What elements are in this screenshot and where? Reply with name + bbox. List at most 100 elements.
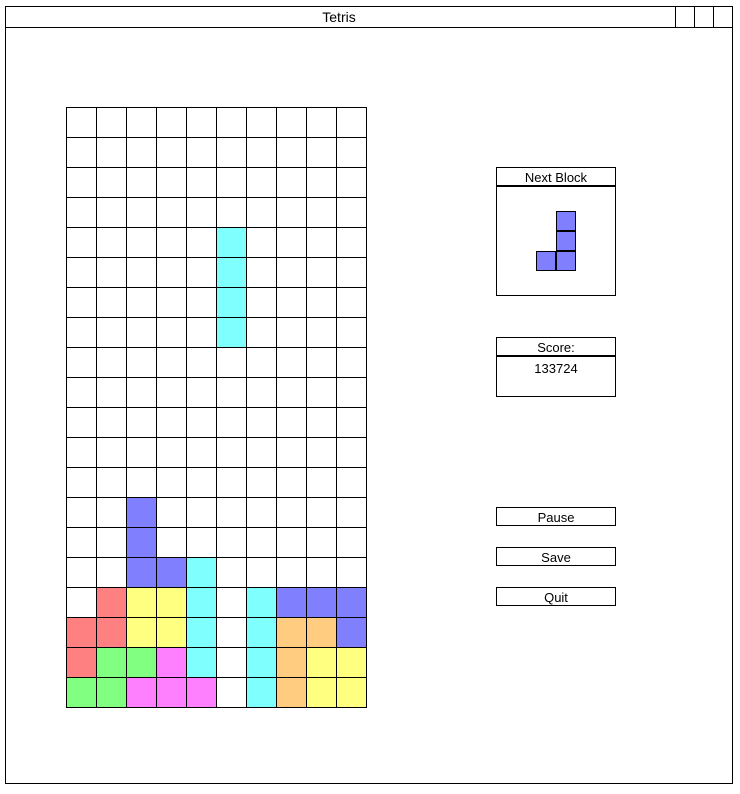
board-cell-empty [307,378,337,408]
board-cell-empty [337,108,367,138]
board-cell-empty [97,288,127,318]
board-cell-empty [97,558,127,588]
board-cell-empty [187,348,217,378]
board-cell-empty [217,348,247,378]
next-block-cell [556,231,576,251]
board-cell-cyan [247,648,277,678]
board-cell-empty [67,288,97,318]
board-cell-empty [97,168,127,198]
board-cell-green [97,678,127,708]
window-title: Tetris [322,9,356,25]
board-cell-empty [187,498,217,528]
board-cell-empty [157,318,187,348]
board-cell-empty [247,558,277,588]
board-cell-empty [97,258,127,288]
board-cell-empty [247,498,277,528]
board-cell-empty [97,108,127,138]
board-cell-empty [187,228,217,258]
board-cell-empty [187,198,217,228]
board-cell-empty [217,378,247,408]
board-cell-empty [277,558,307,588]
minimize-button[interactable] [675,7,694,27]
board-cell-empty [67,318,97,348]
board-cell-empty [127,378,157,408]
board-cell-green [127,648,157,678]
board-cell-empty [277,258,307,288]
board-cell-empty [277,438,307,468]
board-cell-empty [307,138,337,168]
board-cell-empty [67,498,97,528]
board-cell-orange [277,678,307,708]
game-board[interactable] [66,107,367,708]
board-cell-empty [277,528,307,558]
board-cell-empty [157,198,187,228]
board-cell-empty [67,468,97,498]
board-cell-blue [337,618,367,648]
board-cell-empty [127,468,157,498]
board-cell-orange [277,648,307,678]
board-cell-empty [127,288,157,318]
board-cell-empty [277,198,307,228]
board-cell-magenta [157,678,187,708]
next-block-cell [556,251,576,271]
board-cell-empty [277,288,307,318]
board-cell-empty [247,528,277,558]
board-cell-empty [307,198,337,228]
board-cell-empty [187,108,217,138]
board-cell-empty [217,408,247,438]
board-cell-yellow [157,618,187,648]
board-cell-empty [97,528,127,558]
board-cell-empty [217,108,247,138]
board-cell-empty [97,198,127,228]
board-cell-empty [217,528,247,558]
save-button[interactable]: Save [496,547,616,566]
score-value: 133724 [534,361,578,376]
board-cell-blue [127,498,157,528]
board-cell-empty [217,468,247,498]
board-cell-cyan [217,228,247,258]
next-block-label: Next Block [497,168,615,187]
board-cell-empty [127,348,157,378]
board-cell-empty [277,498,307,528]
board-cell-empty [337,228,367,258]
board-cell-empty [127,228,157,258]
quit-button[interactable]: Quit [496,587,616,606]
board-cell-empty [127,318,157,348]
board-cell-empty [127,408,157,438]
board-cell-empty [157,408,187,438]
score-label: Score: [497,338,615,357]
board-cell-empty [337,138,367,168]
board-cell-empty [247,408,277,438]
board-cell-empty [67,558,97,588]
board-cell-empty [217,618,247,648]
board-cell-yellow [157,588,187,618]
close-button[interactable] [713,7,732,27]
next-block-panel: Next Block [496,167,616,296]
board-cell-empty [277,378,307,408]
pause-button[interactable]: Pause [496,507,616,526]
board-cell-empty [97,468,127,498]
board-cell-empty [307,408,337,438]
board-cell-empty [67,258,97,288]
board-cell-empty [187,138,217,168]
board-cell-empty [217,198,247,228]
board-cell-empty [337,348,367,378]
board-cell-empty [67,348,97,378]
board-cell-empty [97,138,127,168]
board-cell-empty [217,438,247,468]
board-cell-cyan [187,588,217,618]
board-cell-yellow [127,588,157,618]
board-cell-cyan [187,618,217,648]
board-cell-empty [67,108,97,138]
board-cell-green [67,678,97,708]
board-cell-blue [277,588,307,618]
board-cell-empty [157,468,187,498]
board-cell-empty [307,438,337,468]
board-cell-empty [247,378,277,408]
board-cell-empty [187,468,217,498]
board-cell-empty [337,318,367,348]
board-cell-empty [97,348,127,378]
title-bar[interactable]: Tetris [6,7,732,28]
maximize-button[interactable] [694,7,713,27]
board-cell-empty [247,108,277,138]
